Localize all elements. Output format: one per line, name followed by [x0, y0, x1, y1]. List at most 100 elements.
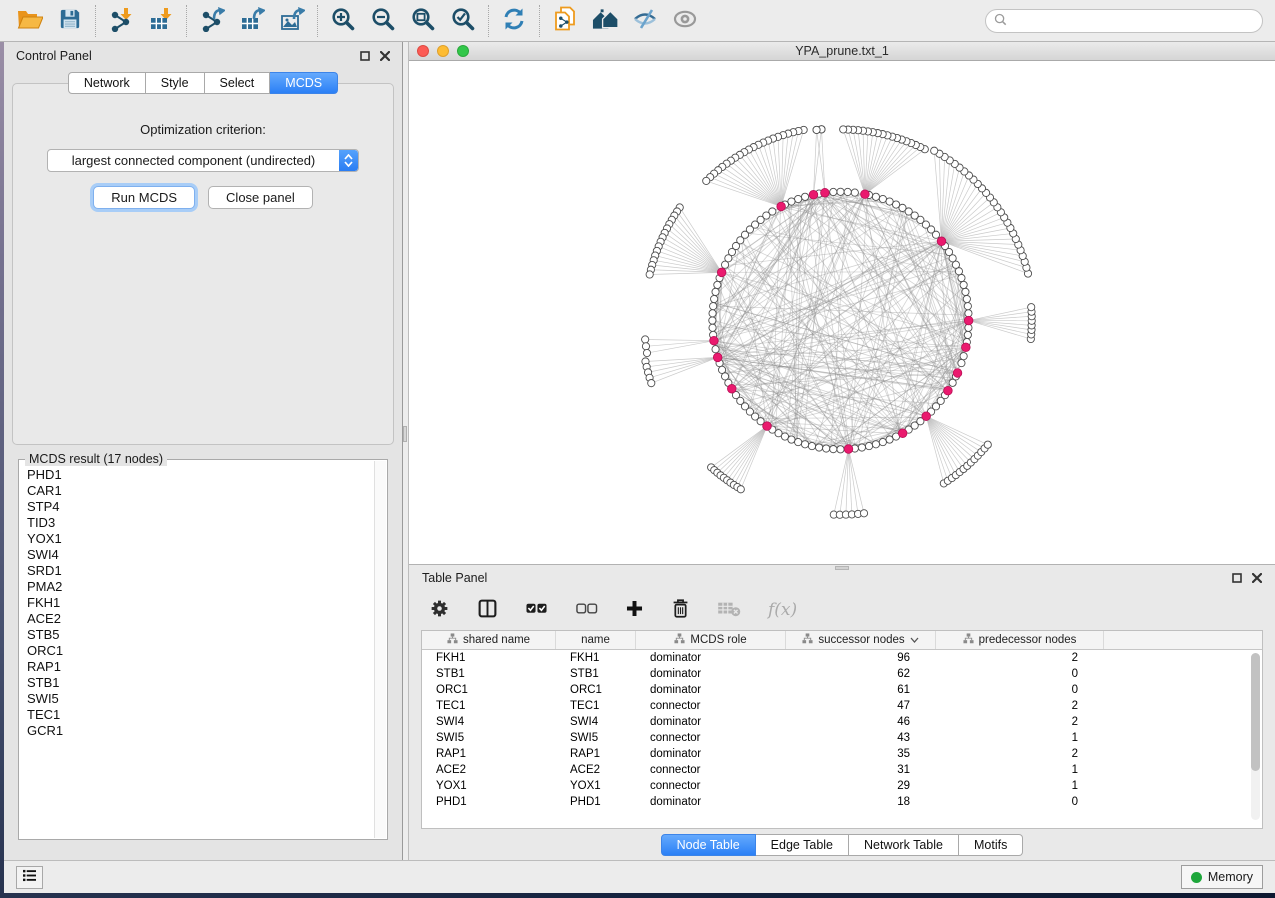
- column-header-shared-name[interactable]: shared name: [422, 631, 556, 649]
- cell-shared-name[interactable]: ACE2: [422, 762, 556, 778]
- table-row[interactable]: PHD1PHD1dominator180: [422, 794, 1262, 810]
- cell-shared-name[interactable]: TEC1: [422, 698, 556, 714]
- run-mcds-button[interactable]: Run MCDS: [93, 186, 195, 209]
- cell-shared-name[interactable]: ORC1: [422, 682, 556, 698]
- result-node[interactable]: ORC1: [27, 643, 374, 659]
- cell-shared-name[interactable]: PHD1: [422, 794, 556, 810]
- cell-predecessor-nodes[interactable]: 2: [936, 714, 1104, 730]
- cell-name[interactable]: SWI5: [556, 730, 636, 746]
- cell-successor-nodes[interactable]: 47: [786, 698, 936, 714]
- result-node[interactable]: TEC1: [27, 707, 374, 723]
- tab-mcds[interactable]: MCDS: [270, 72, 338, 94]
- cell-shared-name[interactable]: YOX1: [422, 778, 556, 794]
- result-node[interactable]: SWI4: [27, 547, 374, 563]
- deselect-all-button[interactable]: [575, 598, 598, 622]
- cell-predecessor-nodes[interactable]: 1: [936, 762, 1104, 778]
- add-row-button[interactable]: [625, 599, 644, 621]
- column-header-successor-nodes[interactable]: successor nodes: [786, 631, 936, 649]
- column-header-predecessor-nodes[interactable]: predecessor nodes: [936, 631, 1104, 649]
- cell-shared-name[interactable]: SWI4: [422, 714, 556, 730]
- table-tab-node-table[interactable]: Node Table: [661, 834, 756, 856]
- result-node[interactable]: YOX1: [27, 531, 374, 547]
- result-node[interactable]: ACE2: [27, 611, 374, 627]
- splitter-grip[interactable]: [403, 426, 407, 442]
- float-table-panel-icon[interactable]: [1231, 572, 1242, 583]
- task-history-button[interactable]: [16, 866, 43, 889]
- network-canvas[interactable]: [409, 61, 1275, 564]
- cell-name[interactable]: PHD1: [556, 794, 636, 810]
- export-table-button[interactable]: [232, 5, 272, 37]
- result-node[interactable]: STB1: [27, 675, 374, 691]
- zoom-fit-button[interactable]: [403, 5, 443, 37]
- table-row[interactable]: FKH1FKH1dominator962: [422, 650, 1262, 666]
- cell-predecessor-nodes[interactable]: 0: [936, 794, 1104, 810]
- result-node[interactable]: CAR1: [27, 483, 374, 499]
- cell-MCDS-role[interactable]: connector: [636, 698, 786, 714]
- cell-name[interactable]: ACE2: [556, 762, 636, 778]
- zoom-selected-button[interactable]: [443, 5, 483, 37]
- cell-MCDS-role[interactable]: connector: [636, 730, 786, 746]
- cell-successor-nodes[interactable]: 96: [786, 650, 936, 666]
- cell-MCDS-role[interactable]: dominator: [636, 794, 786, 810]
- cell-name[interactable]: YOX1: [556, 778, 636, 794]
- cell-shared-name[interactable]: SWI5: [422, 730, 556, 746]
- open-file-button[interactable]: [10, 5, 50, 37]
- cell-successor-nodes[interactable]: 35: [786, 746, 936, 762]
- search-box[interactable]: [985, 9, 1263, 33]
- result-node[interactable]: STB5: [27, 627, 374, 643]
- cell-MCDS-role[interactable]: dominator: [636, 666, 786, 682]
- cell-predecessor-nodes[interactable]: 2: [936, 650, 1104, 666]
- cell-shared-name[interactable]: RAP1: [422, 746, 556, 762]
- cell-successor-nodes[interactable]: 29: [786, 778, 936, 794]
- result-node[interactable]: FKH1: [27, 595, 374, 611]
- zoom-in-button[interactable]: [323, 5, 363, 37]
- export-image-button[interactable]: [272, 5, 312, 37]
- settings-button[interactable]: [429, 598, 450, 622]
- tab-style[interactable]: Style: [146, 72, 205, 94]
- table-scrollbar-thumb[interactable]: [1251, 653, 1260, 771]
- table-row[interactable]: SWI4SWI4dominator462: [422, 714, 1262, 730]
- table-scrollbar[interactable]: [1251, 653, 1260, 820]
- table-row[interactable]: RAP1RAP1dominator352: [422, 746, 1262, 762]
- cell-MCDS-role[interactable]: dominator: [636, 714, 786, 730]
- cell-predecessor-nodes[interactable]: 1: [936, 730, 1104, 746]
- cell-MCDS-role[interactable]: dominator: [636, 650, 786, 666]
- show-details-button[interactable]: [665, 5, 705, 37]
- table-tab-edge-table[interactable]: Edge Table: [756, 834, 849, 856]
- criterion-select[interactable]: largest connected component (undirected): [47, 149, 359, 172]
- cell-name[interactable]: RAP1: [556, 746, 636, 762]
- select-all-button[interactable]: [525, 598, 548, 622]
- result-node[interactable]: SRD1: [27, 563, 374, 579]
- table-tab-network-table[interactable]: Network Table: [849, 834, 959, 856]
- result-node[interactable]: GCR1: [27, 723, 374, 739]
- cell-name[interactable]: FKH1: [556, 650, 636, 666]
- cell-successor-nodes[interactable]: 31: [786, 762, 936, 778]
- cell-successor-nodes[interactable]: 61: [786, 682, 936, 698]
- cell-name[interactable]: ORC1: [556, 682, 636, 698]
- cell-predecessor-nodes[interactable]: 1: [936, 778, 1104, 794]
- cell-successor-nodes[interactable]: 43: [786, 730, 936, 746]
- cell-shared-name[interactable]: FKH1: [422, 650, 556, 666]
- cell-predecessor-nodes[interactable]: 2: [936, 746, 1104, 762]
- cell-MCDS-role[interactable]: dominator: [636, 746, 786, 762]
- cell-predecessor-nodes[interactable]: 0: [936, 682, 1104, 698]
- cell-shared-name[interactable]: STB1: [422, 666, 556, 682]
- tab-network[interactable]: Network: [68, 72, 146, 94]
- export-network-button[interactable]: [192, 5, 232, 37]
- table-row[interactable]: YOX1YOX1connector291: [422, 778, 1262, 794]
- result-node[interactable]: TID3: [27, 515, 374, 531]
- search-input[interactable]: [1012, 14, 1254, 28]
- memory-button[interactable]: Memory: [1181, 865, 1263, 889]
- tab-select[interactable]: Select: [205, 72, 271, 94]
- table-row[interactable]: STB1STB1dominator620: [422, 666, 1262, 682]
- home-button[interactable]: [585, 5, 625, 37]
- table-row[interactable]: SWI5SWI5connector431: [422, 730, 1262, 746]
- result-node[interactable]: PMA2: [27, 579, 374, 595]
- import-table-button[interactable]: [141, 5, 181, 37]
- column-header-MCDS-role[interactable]: MCDS role: [636, 631, 786, 649]
- cell-name[interactable]: SWI4: [556, 714, 636, 730]
- cell-MCDS-role[interactable]: dominator: [636, 682, 786, 698]
- float-panel-icon[interactable]: [359, 51, 370, 62]
- import-network-button[interactable]: [101, 5, 141, 37]
- result-scrollbar[interactable]: [374, 461, 386, 838]
